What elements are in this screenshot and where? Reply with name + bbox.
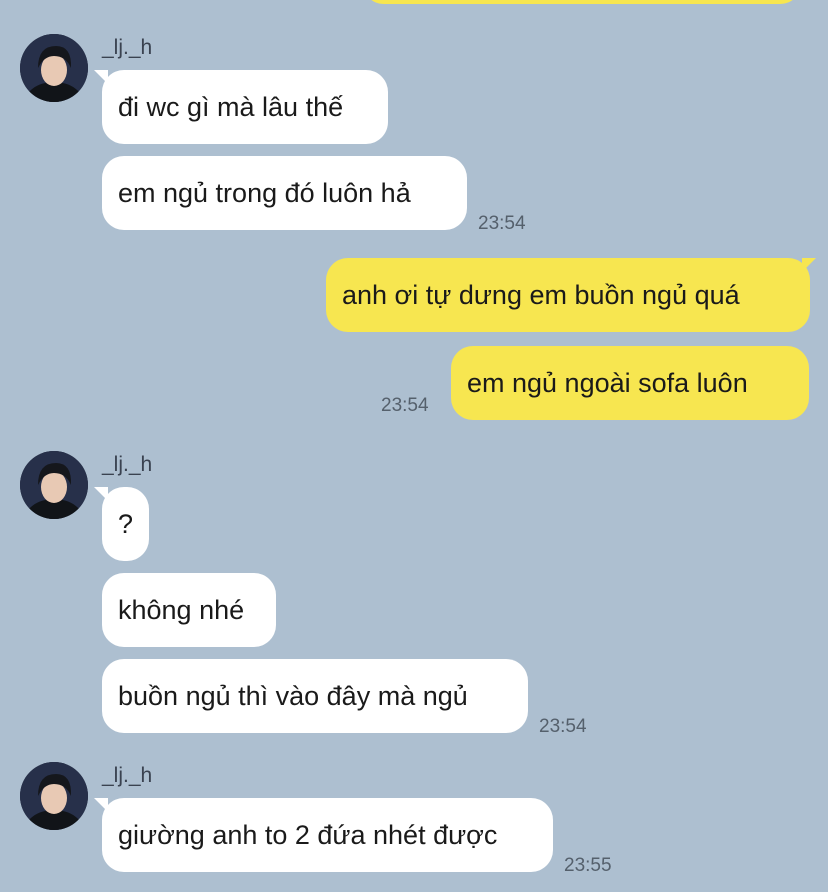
sender-name: _lj._h (102, 36, 153, 59)
avatar[interactable] (20, 762, 88, 830)
message-bubble[interactable]: em ngủ ngoài sofa luôn (451, 346, 809, 420)
chat-area[interactable]: _lj._h đi wc gì mà lâu thế em ngủ trong … (0, 0, 828, 892)
message-bubble[interactable]: em ngủ trong đó luôn hả (102, 156, 467, 230)
avatar-photo-icon (20, 762, 88, 830)
avatar[interactable] (20, 451, 88, 519)
message-bubble[interactable]: giường anh to 2 đứa nhét được (102, 798, 553, 872)
message-bubble[interactable]: buồn ngủ thì vào đây mà ngủ (102, 659, 528, 733)
avatar-photo-icon (20, 34, 88, 102)
message-bubble[interactable]: không nhé (102, 573, 276, 647)
timestamp: 23:54 (478, 213, 526, 234)
message-bubble[interactable]: ? (102, 487, 149, 561)
timestamp: 23:55 (564, 855, 612, 876)
sender-name: _lj._h (102, 764, 153, 787)
timestamp: 23:54 (381, 395, 429, 416)
timestamp: 23:54 (539, 716, 587, 737)
message-bubble[interactable]: anh ơi tự dưng em buồn ngủ quá (326, 258, 810, 332)
outgoing-bubble-partial[interactable] (362, 0, 802, 4)
sender-name: _lj._h (102, 453, 153, 476)
message-bubble[interactable]: đi wc gì mà lâu thế (102, 70, 388, 144)
avatar-photo-icon (20, 451, 88, 519)
avatar[interactable] (20, 34, 88, 102)
